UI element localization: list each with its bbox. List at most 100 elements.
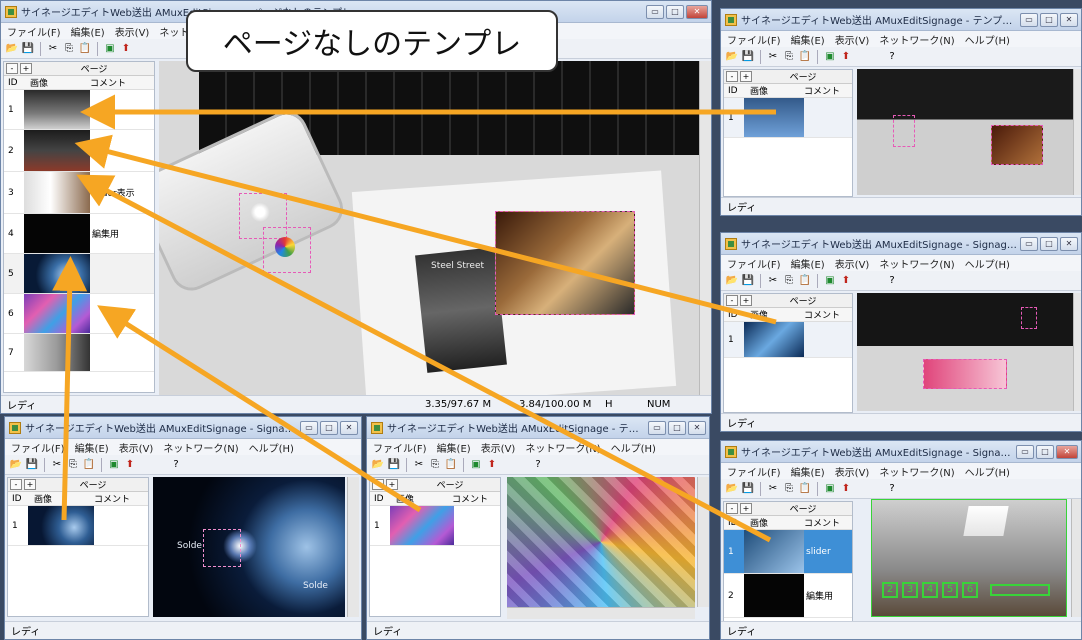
vertical-scrollbar[interactable]: [1073, 69, 1081, 195]
menu-edit[interactable]: 編集(E): [791, 32, 825, 47]
minimize-button[interactable]: ▭: [300, 420, 318, 435]
vertical-scrollbar[interactable]: [1071, 499, 1081, 617]
minimize-button[interactable]: ▭: [646, 4, 664, 19]
maximize-button[interactable]: □: [666, 4, 684, 19]
menu-edit[interactable]: 編集(E): [75, 440, 109, 455]
maximize-button[interactable]: □: [668, 420, 686, 435]
save-icon[interactable]: 💾: [741, 50, 755, 64]
gadget-photo[interactable]: [991, 125, 1043, 165]
add-page-button[interactable]: +: [740, 295, 752, 306]
upload-arrow-icon[interactable]: ⬆: [839, 274, 853, 288]
copy-icon[interactable]: ⎘: [428, 458, 442, 472]
paste-icon[interactable]: 📋: [798, 482, 812, 496]
close-button[interactable]: ✕: [1060, 12, 1078, 27]
remove-page-button[interactable]: -: [726, 71, 738, 82]
open-folder-icon[interactable]: 📂: [725, 482, 739, 496]
upload-arrow-icon[interactable]: ⬆: [839, 482, 853, 496]
vertical-scrollbar[interactable]: [697, 477, 709, 607]
help-icon[interactable]: ?: [885, 482, 899, 496]
remove-page-button[interactable]: -: [10, 479, 22, 490]
help-icon[interactable]: ?: [169, 458, 183, 472]
menu-file[interactable]: ファイル(F): [11, 440, 65, 455]
gadget-logo[interactable]: [1021, 307, 1037, 329]
vertical-scrollbar[interactable]: [699, 61, 711, 397]
monitor-icon[interactable]: ▣: [823, 50, 837, 64]
menu-help[interactable]: ヘルプ(H): [965, 32, 1010, 47]
paste-icon[interactable]: 📋: [798, 50, 812, 64]
table-row[interactable]: 4 編集用: [4, 214, 154, 254]
slider-number[interactable]: 4: [922, 582, 938, 598]
cut-icon[interactable]: ✂: [46, 42, 60, 56]
cut-icon[interactable]: ✂: [50, 458, 64, 472]
minimize-button[interactable]: ▭: [648, 420, 666, 435]
close-button[interactable]: ✕: [1056, 444, 1078, 459]
slider-number[interactable]: 3: [902, 582, 918, 598]
minimize-button[interactable]: ▭: [1020, 236, 1038, 251]
preview-canvas[interactable]: 2 3 4 5 6: [871, 499, 1067, 617]
preview-canvas[interactable]: [857, 69, 1073, 195]
table-row[interactable]: 1: [724, 322, 852, 358]
preview-canvas[interactable]: Solde Solde: [153, 477, 345, 617]
menu-file[interactable]: ファイル(F): [727, 32, 781, 47]
copy-icon[interactable]: ⎘: [782, 482, 796, 496]
menu-network[interactable]: ネットワーク(N): [879, 32, 954, 47]
title-bar[interactable]: サイネージエディトWeb送出 AMuxEditSignage - テンプレー..…: [367, 417, 709, 439]
menu-network[interactable]: ネットワーク(N): [525, 440, 600, 455]
upload-arrow-icon[interactable]: ⬆: [123, 458, 137, 472]
menu-view[interactable]: 表示(V): [835, 464, 870, 479]
table-row[interactable]: 2: [4, 130, 154, 172]
menu-network[interactable]: ネットワーク(N): [879, 256, 954, 271]
open-folder-icon[interactable]: 📂: [725, 274, 739, 288]
save-icon[interactable]: 💾: [741, 274, 755, 288]
remove-page-button[interactable]: -: [6, 63, 18, 74]
cut-icon[interactable]: ✂: [766, 482, 780, 496]
preview-canvas[interactable]: Steel Street: [159, 61, 699, 397]
close-button[interactable]: ✕: [688, 420, 706, 435]
open-folder-icon[interactable]: 📂: [371, 458, 385, 472]
add-page-button[interactable]: +: [740, 71, 752, 82]
maximize-button[interactable]: □: [320, 420, 338, 435]
menu-help[interactable]: ヘルプ(H): [965, 256, 1010, 271]
cut-icon[interactable]: ✂: [766, 274, 780, 288]
monitor-icon[interactable]: ▣: [823, 482, 837, 496]
gadget-photo[interactable]: [495, 211, 635, 315]
title-bar[interactable]: サイネージエディトWeb送出 AMuxEditSignage - Signage…: [721, 233, 1081, 255]
slider-number[interactable]: 5: [942, 582, 958, 598]
remove-page-button[interactable]: -: [726, 295, 738, 306]
monitor-icon[interactable]: ▣: [823, 274, 837, 288]
table-row[interactable]: 3 slider表示: [4, 172, 154, 214]
maximize-button[interactable]: □: [1040, 236, 1058, 251]
save-icon[interactable]: 💾: [741, 482, 755, 496]
save-icon[interactable]: 💾: [387, 458, 401, 472]
minimize-button[interactable]: ▭: [1020, 12, 1038, 27]
horizontal-scrollbar[interactable]: [507, 607, 695, 619]
gadget-logo[interactable]: [893, 115, 915, 147]
table-row[interactable]: 6: [4, 294, 154, 334]
menu-network[interactable]: ネットワーク(N): [879, 464, 954, 479]
menu-file[interactable]: ファイル(F): [727, 464, 781, 479]
menu-view[interactable]: 表示(V): [481, 440, 516, 455]
slider-bar[interactable]: [990, 584, 1050, 596]
menu-edit[interactable]: 編集(E): [71, 24, 105, 39]
monitor-icon[interactable]: ▣: [469, 458, 483, 472]
table-row[interactable]: 5: [4, 254, 154, 294]
copy-icon[interactable]: ⎘: [66, 458, 80, 472]
close-button[interactable]: ✕: [340, 420, 358, 435]
title-bar[interactable]: サイネージエディトWeb送出 AMuxEditSignage - テンプレート1…: [721, 9, 1081, 31]
menu-view[interactable]: 表示(V): [835, 32, 870, 47]
close-button[interactable]: ✕: [1060, 236, 1078, 251]
add-page-button[interactable]: +: [24, 479, 36, 490]
open-folder-icon[interactable]: 📂: [9, 458, 23, 472]
help-icon[interactable]: ?: [531, 458, 545, 472]
save-icon[interactable]: 💾: [25, 458, 39, 472]
minimize-button[interactable]: ▭: [1016, 444, 1034, 459]
add-page-button[interactable]: +: [386, 479, 398, 490]
menu-edit[interactable]: 編集(E): [791, 256, 825, 271]
help-icon[interactable]: ?: [885, 50, 899, 64]
add-page-button[interactable]: +: [740, 503, 752, 514]
menu-help[interactable]: ヘルプ(H): [249, 440, 294, 455]
title-bar[interactable]: サイネージエディトWeb送出 AMuxEditSignage - Signage…: [721, 441, 1081, 463]
table-row[interactable]: 2 編集用: [724, 574, 852, 618]
menu-view[interactable]: 表示(V): [119, 440, 154, 455]
gadget-frame[interactable]: [203, 529, 241, 567]
